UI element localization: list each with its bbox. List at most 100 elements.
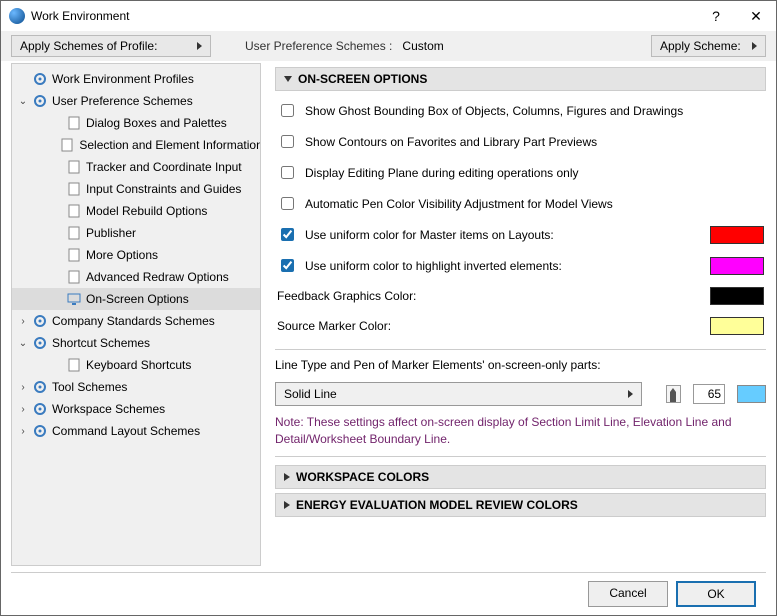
label-source-marker-color: Source Marker Color: <box>277 319 391 333</box>
section-title: ENERGY EVALUATION MODEL REVIEW COLORS <box>296 498 578 512</box>
tree-item-label: Model Rebuild Options <box>86 204 207 218</box>
tree-item-label: Keyboard Shortcuts <box>86 358 191 372</box>
pen-icon[interactable] <box>666 385 681 403</box>
tree-item-label: Command Layout Schemes <box>52 424 200 438</box>
tree-item-label: Input Constraints and Guides <box>86 182 241 196</box>
label-feedback-color: Feedback Graphics Color: <box>277 289 416 303</box>
chevron-down-icon <box>284 76 292 82</box>
section-title: ON-SCREEN OPTIONS <box>298 72 427 86</box>
tree-item-label: Selection and Element Information <box>79 138 261 152</box>
checkbox-show-contours[interactable] <box>281 135 294 148</box>
chevron-right-icon[interactable]: › <box>18 316 28 327</box>
tree-item-selection-and-element-information[interactable]: ·Selection and Element Information <box>12 134 260 156</box>
footer: Cancel OK <box>11 572 766 615</box>
tree-item-company-standards-schemes[interactable]: ›Company Standards Schemes <box>12 310 260 332</box>
tree-item-more-options[interactable]: ·More Options <box>12 244 260 266</box>
gear-icon <box>32 93 48 109</box>
color-swatch-source-marker[interactable] <box>710 317 764 335</box>
chevron-right-icon[interactable]: › <box>18 404 28 415</box>
leaf-icon <box>59 137 75 153</box>
chevron-down-icon[interactable]: ⌄ <box>18 96 28 107</box>
tree-item-tracker-and-coordinate-input[interactable]: ·Tracker and Coordinate Input <box>12 156 260 178</box>
chevron-right-icon <box>752 42 757 50</box>
section-energy-colors[interactable]: ENERGY EVALUATION MODEL REVIEW COLORS <box>275 493 766 517</box>
tree-item-label: More Options <box>86 248 158 262</box>
pen-color-swatch[interactable] <box>737 385 766 403</box>
chevron-down-icon[interactable]: ⌄ <box>18 338 28 349</box>
tree-item-label: Publisher <box>86 226 136 240</box>
section-on-screen-options[interactable]: ON-SCREEN OPTIONS <box>275 67 766 91</box>
tree-item-keyboard-shortcuts[interactable]: ·Keyboard Shortcuts <box>12 354 260 376</box>
chevron-right-icon <box>628 390 633 398</box>
gear-icon <box>32 379 48 395</box>
label-uniform-master[interactable]: Use uniform color for Master items on La… <box>305 228 554 242</box>
checkbox-uniform-inverted[interactable] <box>281 259 294 272</box>
checkbox-editing-plane[interactable] <box>281 166 294 179</box>
label-auto-pen-color[interactable]: Automatic Pen Color Visibility Adjustmen… <box>305 197 613 211</box>
chevron-right-icon[interactable]: › <box>18 382 28 393</box>
checkbox-uniform-master[interactable] <box>281 228 294 241</box>
divider <box>275 456 766 457</box>
label-uniform-inverted[interactable]: Use uniform color to highlight inverted … <box>305 259 562 273</box>
main-area: ·Work Environment Profiles ⌄ User Preferen… <box>1 61 776 572</box>
color-swatch-master[interactable] <box>710 226 764 244</box>
apply-schemes-profile-label: Apply Schemes of Profile: <box>20 39 157 53</box>
tree-item-label: Workspace Schemes <box>52 402 165 416</box>
apply-scheme-label: Apply Scheme: <box>660 39 741 53</box>
work-environment-dialog: Work Environment ? ✕ Apply Schemes of Pr… <box>0 0 777 616</box>
chevron-right-icon[interactable]: › <box>18 426 28 437</box>
linetype-value: Solid Line <box>284 387 337 401</box>
linetype-dropdown[interactable]: Solid Line <box>275 382 642 406</box>
content-panel: ON-SCREEN OPTIONS Show Ghost Bounding Bo… <box>261 63 766 566</box>
tree-item-label: Work Environment Profiles <box>52 72 194 86</box>
leaf-icon <box>66 115 82 131</box>
tree-item-user-preference-schemes[interactable]: ⌄ User Preference Schemes <box>12 90 260 112</box>
tree-item-dialog-boxes-and-palettes[interactable]: ·Dialog Boxes and Palettes <box>12 112 260 134</box>
tree-item-on-screen-options[interactable]: ·On-Screen Options <box>12 288 260 310</box>
tree-item-label: Advanced Redraw Options <box>86 270 229 284</box>
tree-item-label: On-Screen Options <box>86 292 189 306</box>
ok-button[interactable]: OK <box>676 581 756 607</box>
tree-item-command-layout-schemes[interactable]: › Command Layout Schemes <box>12 420 260 442</box>
checkbox-auto-pen-color[interactable] <box>281 197 294 210</box>
section-title: WORKSPACE COLORS <box>296 470 429 484</box>
user-pref-schemes-value: Custom <box>402 39 443 53</box>
tree-item-work-environment-profiles[interactable]: ·Work Environment Profiles <box>12 68 260 90</box>
tree-item-advanced-redraw-options[interactable]: ·Advanced Redraw Options <box>12 266 260 288</box>
sidebar-tree[interactable]: ·Work Environment Profiles ⌄ User Preferen… <box>11 63 261 566</box>
tree-item-publisher[interactable]: ·Publisher <box>12 222 260 244</box>
tree-item-input-constraints-and-guides[interactable]: ·Input Constraints and Guides <box>12 178 260 200</box>
tree-item-label: User Preference Schemes <box>52 94 193 108</box>
color-swatch-feedback[interactable] <box>710 287 764 305</box>
leaf-icon <box>66 357 82 373</box>
tree-item-label: Tool Schemes <box>52 380 127 394</box>
leaf-icon <box>66 181 82 197</box>
pen-number-input[interactable] <box>693 384 725 404</box>
label-ghost-bounding[interactable]: Show Ghost Bounding Box of Objects, Colu… <box>305 104 683 118</box>
help-button[interactable]: ? <box>696 1 736 31</box>
checkbox-ghost-bounding[interactable] <box>281 104 294 117</box>
divider <box>275 349 766 350</box>
label-line-pen-heading: Line Type and Pen of Marker Elements' on… <box>275 358 766 372</box>
close-button[interactable]: ✕ <box>736 1 776 31</box>
cancel-button[interactable]: Cancel <box>588 581 668 607</box>
app-icon <box>9 8 25 24</box>
label-editing-plane[interactable]: Display Editing Plane during editing ope… <box>305 166 579 180</box>
apply-schemes-profile-button[interactable]: Apply Schemes of Profile: <box>11 35 211 57</box>
tree-item-label: Dialog Boxes and Palettes <box>86 116 227 130</box>
apply-scheme-button[interactable]: Apply Scheme: <box>651 35 766 57</box>
chevron-right-icon <box>284 473 290 481</box>
section-workspace-colors[interactable]: WORKSPACE COLORS <box>275 465 766 489</box>
screen-icon <box>66 291 82 307</box>
color-swatch-inverted[interactable] <box>710 257 764 275</box>
note-text: Note: These settings affect on-screen di… <box>275 414 766 448</box>
tree-item-shortcut-schemes[interactable]: ⌄Shortcut Schemes <box>12 332 260 354</box>
tree-item-tool-schemes[interactable]: › Tool Schemes <box>12 376 260 398</box>
chevron-right-icon <box>197 42 202 50</box>
gear-icon <box>32 313 48 329</box>
toolbar: Apply Schemes of Profile: User Preferenc… <box>1 31 776 61</box>
tree-item-label: Tracker and Coordinate Input <box>86 160 242 174</box>
tree-item-model-rebuild-options[interactable]: ·Model Rebuild Options <box>12 200 260 222</box>
tree-item-workspace-schemes[interactable]: › Workspace Schemes <box>12 398 260 420</box>
label-show-contours[interactable]: Show Contours on Favorites and Library P… <box>305 135 597 149</box>
